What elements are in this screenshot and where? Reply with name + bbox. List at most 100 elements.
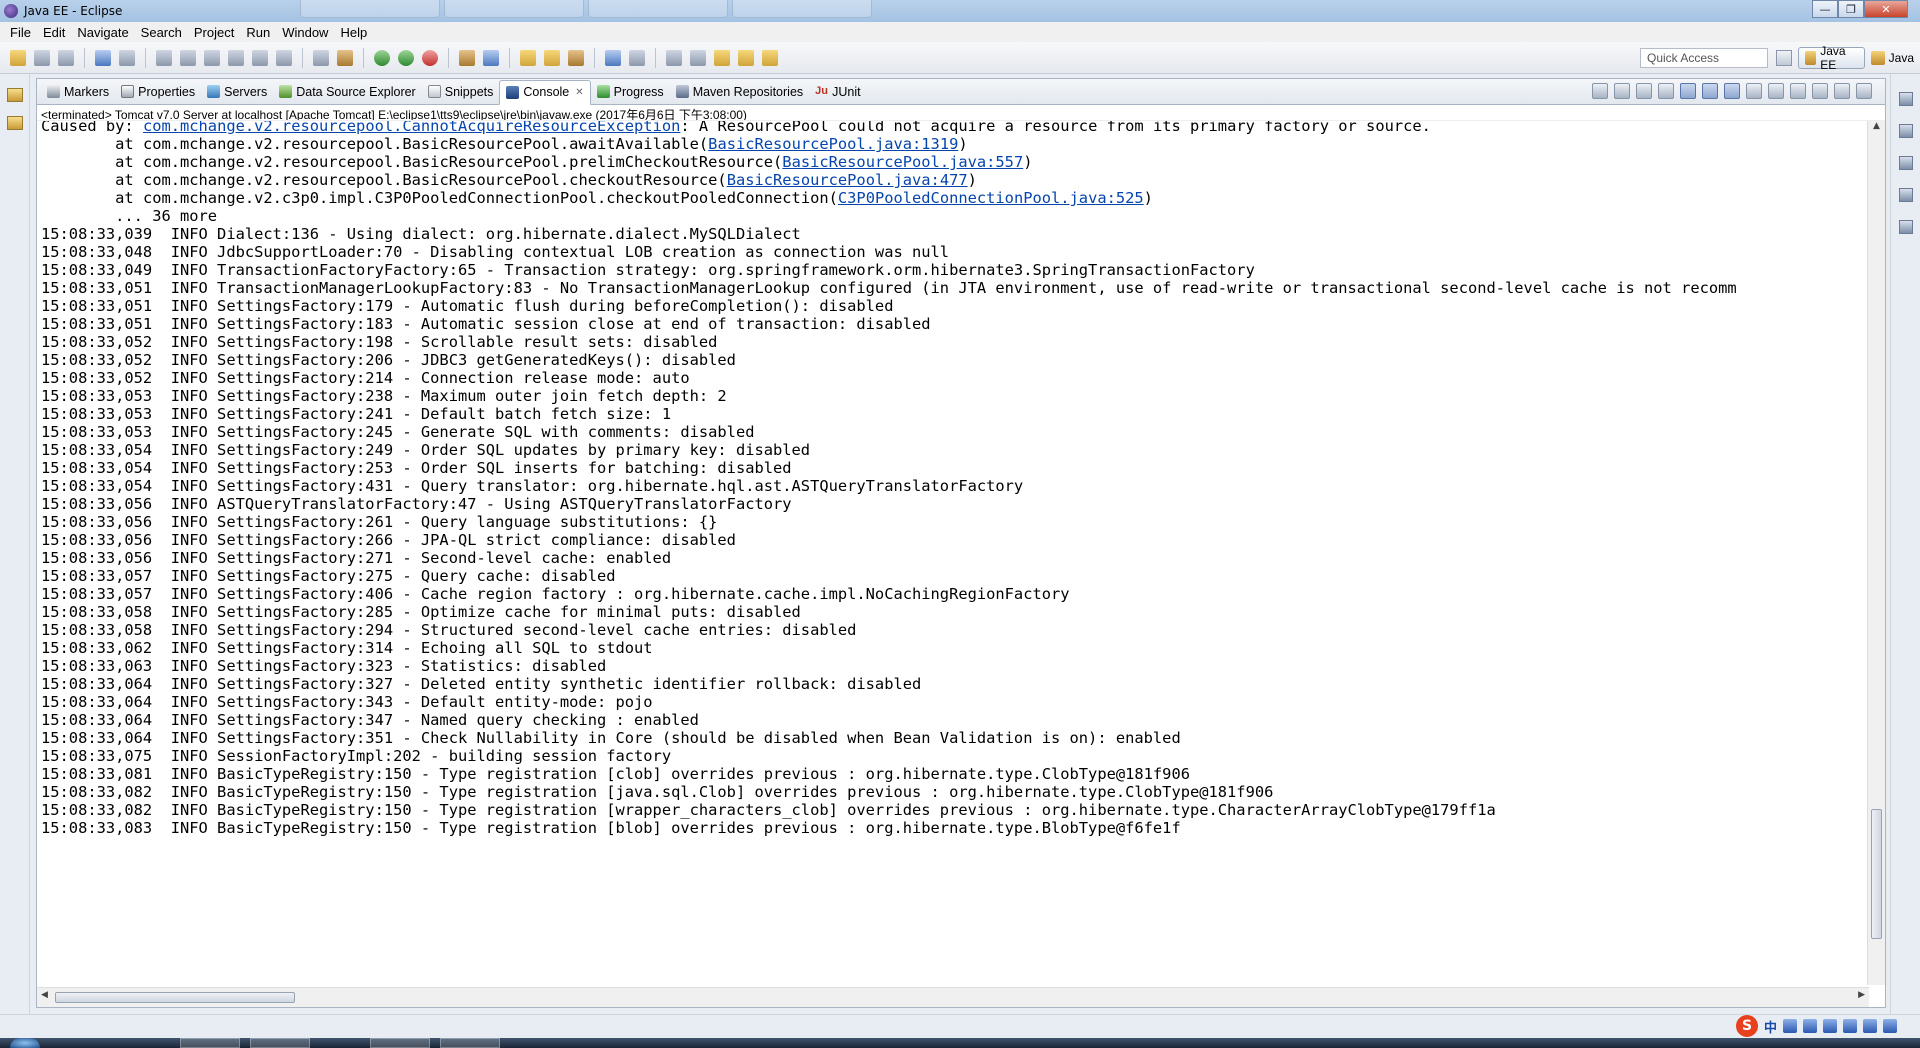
word-wrap-icon[interactable]	[1702, 83, 1718, 99]
punctuation-icon[interactable]	[1783, 1019, 1798, 1033]
microphone-icon[interactable]	[1803, 1019, 1818, 1033]
menu-project[interactable]: Project	[188, 25, 240, 40]
menu-window[interactable]: Window	[276, 25, 334, 40]
taskbar-item[interactable]	[180, 1038, 240, 1048]
vertical-scroll-thumb[interactable]	[1871, 809, 1882, 939]
bookmarks-icon[interactable]	[1899, 220, 1913, 234]
background-window-tab[interactable]	[444, 0, 584, 18]
new-class-icon[interactable]	[483, 49, 499, 66]
ime-mode-indicator[interactable]: 中	[1764, 1017, 1777, 1036]
menu-file[interactable]: File	[4, 25, 37, 40]
tab-snippets[interactable]: Snippets	[422, 81, 500, 103]
restore-icon[interactable]	[1899, 92, 1913, 106]
tab-junit[interactable]: Ju JUnit	[809, 81, 866, 103]
show-console-on-error-icon[interactable]	[1746, 83, 1762, 99]
scroll-up-icon[interactable]: ▲	[1868, 121, 1885, 137]
scroll-lock-icon[interactable]	[1680, 83, 1696, 99]
run-icon[interactable]	[398, 49, 414, 66]
open-perspective-icon[interactable]	[1776, 50, 1792, 66]
clear-console-icon[interactable]	[1658, 83, 1674, 99]
source-link[interactable]: com.mchange.v2.resourcepool.CannotAcquir…	[143, 121, 680, 135]
source-link[interactable]: C3P0PooledConnectionPool.java:525	[838, 189, 1144, 207]
skin-icon[interactable]	[1863, 1019, 1878, 1033]
task-list-icon[interactable]	[1899, 188, 1913, 202]
open-type-icon[interactable]	[520, 49, 536, 66]
next-annotation-icon[interactable]	[666, 49, 682, 66]
show-console-on-output-icon[interactable]	[1724, 83, 1740, 99]
new-java-project-icon[interactable]	[459, 49, 475, 66]
menu-edit[interactable]: Edit	[37, 25, 71, 40]
minimize-view-icon[interactable]	[1834, 83, 1850, 99]
restore-icon[interactable]	[1899, 156, 1913, 170]
outline-icon[interactable]	[1899, 124, 1913, 138]
display-selected-console-icon[interactable]	[1790, 83, 1806, 99]
taskbar-item[interactable]	[440, 1038, 500, 1048]
scroll-left-icon[interactable]: ◀	[41, 990, 48, 1000]
step-into-icon[interactable]	[252, 49, 268, 66]
window-title-bar[interactable]: Java EE - Eclipse — ❐ ✕	[0, 0, 1920, 22]
save-all-icon[interactable]	[58, 49, 74, 66]
source-link[interactable]: BasicResourcePool.java:557	[782, 153, 1023, 171]
sogou-ime-logo[interactable]: S	[1736, 1015, 1758, 1037]
suspend-icon[interactable]	[180, 49, 196, 66]
taskbar-item[interactable]	[370, 1038, 430, 1048]
save-icon[interactable]	[34, 49, 50, 66]
perspective-java[interactable]: Java	[1865, 47, 1920, 69]
step-over-icon[interactable]	[276, 49, 292, 66]
open-console-icon[interactable]	[1812, 83, 1828, 99]
terminate-icon[interactable]	[1592, 83, 1608, 99]
last-edit-location-icon[interactable]	[714, 49, 730, 66]
console-output[interactable]: Caused by: com.mchange.v2.resourcepool.C…	[37, 121, 1867, 985]
forward-icon[interactable]	[762, 49, 778, 66]
menu-run[interactable]: Run	[240, 25, 276, 40]
scroll-right-icon[interactable]: ▶	[1858, 990, 1865, 1000]
perspective-java-ee[interactable]: Java EE	[1797, 44, 1865, 72]
disconnect-icon[interactable]	[228, 49, 244, 66]
skip-breakpoints-icon[interactable]	[119, 49, 135, 66]
maximize-view-icon[interactable]	[1856, 83, 1872, 99]
external-tools-icon[interactable]	[422, 49, 438, 66]
tab-maven-repositories[interactable]: Maven Repositories	[670, 81, 809, 103]
horizontal-scroll-thumb[interactable]	[55, 992, 295, 1003]
close-button[interactable]: ✕	[1864, 0, 1908, 18]
search-icon[interactable]	[568, 49, 584, 66]
menu-navigate[interactable]: Navigate	[71, 25, 134, 40]
taskbar-item[interactable]	[250, 1038, 310, 1048]
source-link[interactable]: BasicResourcePool.java:477	[727, 171, 968, 189]
debug-icon[interactable]	[374, 49, 390, 66]
background-window-tab[interactable]	[588, 0, 728, 18]
back-icon[interactable]	[738, 49, 754, 66]
background-window-tab[interactable]	[300, 0, 440, 18]
step-return-icon[interactable]	[313, 49, 329, 66]
previous-annotation-icon[interactable]	[690, 49, 706, 66]
project-explorer-icon[interactable]	[7, 116, 23, 130]
restore-icon[interactable]	[7, 88, 23, 102]
tab-properties[interactable]: Properties	[115, 81, 201, 103]
tab-progress[interactable]: Progress	[591, 81, 670, 103]
wrench-icon[interactable]	[1883, 1019, 1898, 1033]
terminate-icon[interactable]	[204, 49, 220, 66]
use-step-filters-icon[interactable]	[337, 49, 353, 66]
vertical-scrollbar[interactable]: ▲	[1867, 121, 1885, 985]
remove-all-terminated-icon[interactable]	[1636, 83, 1652, 99]
tab-console[interactable]: Console ✕	[499, 79, 591, 105]
new-icon[interactable]	[10, 49, 26, 66]
source-link[interactable]: BasicResourcePool.java:1319	[708, 135, 958, 153]
resume-icon[interactable]	[156, 49, 172, 66]
quick-access-input[interactable]: Quick Access	[1640, 48, 1768, 68]
tab-markers[interactable]: Markers	[41, 81, 115, 103]
annotation-icon[interactable]	[629, 49, 645, 66]
close-tab-icon[interactable]: ✕	[575, 87, 583, 98]
open-console-icon[interactable]	[95, 49, 111, 66]
tab-data-source-explorer[interactable]: Data Source Explorer	[273, 81, 422, 103]
tab-servers[interactable]: Servers	[201, 81, 273, 103]
horizontal-scrollbar[interactable]: ◀ ▶	[37, 987, 1869, 1007]
open-task-icon[interactable]	[544, 49, 560, 66]
menu-search[interactable]: Search	[135, 25, 188, 40]
maximize-button[interactable]: ❐	[1838, 0, 1864, 18]
user-icon[interactable]	[1843, 1019, 1858, 1033]
minimize-button[interactable]: —	[1812, 0, 1838, 18]
pin-console-icon[interactable]	[1768, 83, 1784, 99]
keyboard-icon[interactable]	[1823, 1019, 1838, 1033]
menu-help[interactable]: Help	[334, 25, 373, 40]
